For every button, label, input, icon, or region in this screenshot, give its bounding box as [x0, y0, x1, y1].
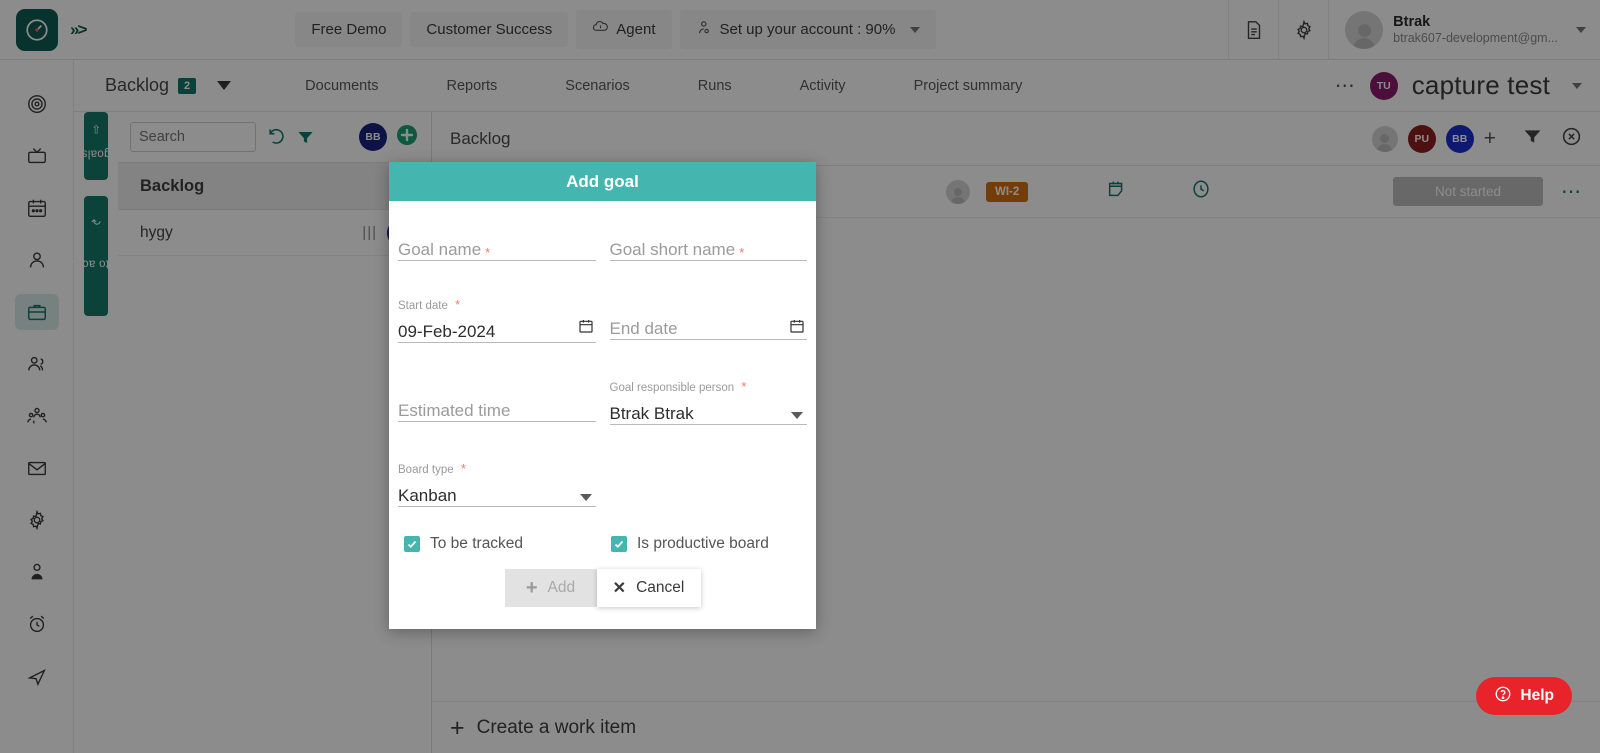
goal-name-placeholder: Goal name [398, 240, 481, 260]
spacer [398, 269, 807, 297]
checkbox-is-productive-board[interactable]: Is productive board [611, 535, 769, 553]
spacer [398, 351, 807, 379]
required-marker: * [485, 245, 490, 260]
start-date-label: Start date [398, 300, 448, 312]
field-start-date[interactable]: Start date * 09-Feb-2024 [398, 297, 596, 351]
board-type-value: Kanban [398, 486, 457, 506]
add-button-label: Add [548, 579, 576, 597]
spacer [398, 433, 807, 461]
calendar-icon[interactable] [789, 318, 805, 339]
dialog-actions: + Add ✕ Cancel [398, 553, 807, 629]
row-board-type: Board type * Kanban [398, 461, 807, 515]
app-root: »> Free Demo Customer Success Agent [0, 0, 1600, 753]
row-names: Goal name * Goal short name * [398, 231, 807, 269]
field-goal-responsible-person[interactable]: Goal responsible person * Btrak Btrak [610, 379, 808, 433]
goal-responsible-person-value: Btrak Btrak [610, 404, 694, 424]
add-button[interactable]: + Add [505, 569, 597, 607]
dialog-title: Add goal [566, 172, 639, 192]
question-circle-icon [1494, 685, 1512, 708]
help-button[interactable]: Help [1476, 677, 1572, 715]
checkbox-checked-icon [404, 536, 420, 552]
add-goal-dialog: Add goal Goal name * Goal short name * [389, 162, 816, 629]
goal-short-name-placeholder: Goal short name [610, 240, 736, 260]
row-estimate-owner: Estimated time Goal responsible person *… [398, 379, 807, 433]
field-board-type-spacer [610, 461, 808, 515]
goal-responsible-person-label: Goal responsible person [610, 382, 735, 394]
required-marker: * [461, 461, 466, 476]
field-estimated-time[interactable]: Estimated time [398, 379, 596, 433]
dialog-checkboxes: To be tracked Is productive board [398, 515, 807, 553]
field-goal-name[interactable]: Goal name * [398, 231, 596, 269]
end-date-placeholder: End date [610, 319, 678, 339]
row-dates: Start date * 09-Feb-2024 En [398, 297, 807, 351]
cancel-button-label: Cancel [636, 579, 684, 597]
checkbox-checked-icon [611, 536, 627, 552]
dialog-title-bar: Add goal [389, 162, 816, 201]
field-goal-short-name[interactable]: Goal short name * [610, 231, 808, 269]
dropdown-caret-icon[interactable] [580, 494, 592, 501]
field-board-type[interactable]: Board type * Kanban [398, 461, 596, 515]
cancel-button[interactable]: ✕ Cancel [597, 569, 701, 607]
checkbox-label: To be tracked [430, 535, 523, 553]
checkbox-to-be-tracked[interactable]: To be tracked [398, 535, 611, 553]
estimated-time-placeholder: Estimated time [398, 401, 510, 421]
field-end-date[interactable]: End date [610, 297, 808, 351]
required-marker: * [455, 297, 460, 312]
calendar-icon[interactable] [578, 318, 594, 339]
required-marker: * [741, 379, 746, 394]
start-date-value: 09-Feb-2024 [398, 322, 495, 342]
help-button-label: Help [1520, 687, 1554, 705]
plus-icon: + [526, 577, 538, 600]
dropdown-caret-icon[interactable] [791, 412, 803, 419]
board-type-label: Board type [398, 464, 454, 476]
dialog-body: Goal name * Goal short name * Start date [389, 201, 816, 629]
checkbox-label: Is productive board [637, 535, 769, 553]
close-x-icon: ✕ [613, 578, 626, 598]
required-marker: * [739, 245, 744, 260]
